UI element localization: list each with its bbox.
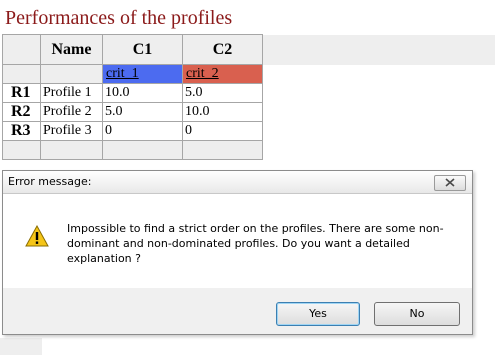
dialog-body: Impossible to find a strict order on the… — [3, 194, 472, 288]
table-row[interactable]: R2 Profile 2 5.0 10.0 — [2, 102, 263, 122]
value-cell[interactable]: 5.0 — [182, 83, 263, 103]
table-row[interactable]: R1 Profile 1 10.0 5.0 — [2, 83, 263, 103]
profile-name-cell[interactable]: Profile 2 — [40, 102, 103, 122]
dialog-title: Error message: — [8, 175, 92, 188]
column-header-c2[interactable]: C2 — [182, 34, 263, 65]
value-cell[interactable]: 0 — [102, 121, 183, 141]
page-title: Performances of the profiles — [5, 7, 233, 29]
value-cell[interactable]: 10.0 — [102, 83, 183, 103]
value-cell[interactable]: 0 — [182, 121, 263, 141]
criteria-cell-c2[interactable]: crit_2 — [182, 64, 263, 84]
empty-cell — [102, 140, 183, 160]
empty-cell — [182, 140, 263, 160]
warning-icon — [25, 225, 49, 247]
profile-name-cell[interactable]: Profile 1 — [40, 83, 103, 103]
table-row[interactable]: R3 Profile 3 0 0 — [2, 121, 263, 141]
value-cell[interactable]: 10.0 — [182, 102, 263, 122]
value-cell[interactable]: 5.0 — [102, 102, 183, 122]
background-strip-left — [0, 338, 42, 355]
column-header-c1[interactable]: C1 — [102, 34, 183, 65]
empty-cell — [2, 140, 41, 160]
empty-cell — [40, 140, 103, 160]
criteria-name-cell — [40, 64, 103, 84]
criteria-label: crit_2 — [186, 66, 219, 81]
close-button[interactable] — [434, 175, 466, 191]
corner-cell — [2, 34, 41, 65]
performance-table: Name C1 C2 crit_1 crit_2 R1 Profile 1 10… — [2, 34, 263, 160]
criteria-label: crit_1 — [106, 66, 139, 81]
header-row: Name C1 C2 — [2, 34, 263, 65]
column-header-name[interactable]: Name — [40, 34, 103, 65]
no-button[interactable]: No — [374, 302, 460, 326]
criteria-row-header — [2, 64, 41, 84]
row-header[interactable]: R1 — [2, 83, 41, 103]
empty-row — [2, 140, 263, 160]
yes-button[interactable]: Yes — [276, 302, 360, 326]
profile-name-cell[interactable]: Profile 3 — [40, 121, 103, 141]
criteria-row: crit_1 crit_2 — [2, 64, 263, 84]
row-header[interactable]: R2 — [2, 102, 41, 122]
dialog-message: Impossible to find a strict order on the… — [67, 222, 444, 265]
background-strip — [262, 35, 495, 65]
close-icon — [445, 178, 455, 187]
criteria-cell-c1[interactable]: crit_1 — [102, 64, 183, 84]
dialog-titlebar[interactable]: Error message: — [3, 171, 472, 194]
row-header[interactable]: R3 — [2, 121, 41, 141]
error-dialog: Error message: Impossible to find a stri… — [2, 170, 473, 335]
